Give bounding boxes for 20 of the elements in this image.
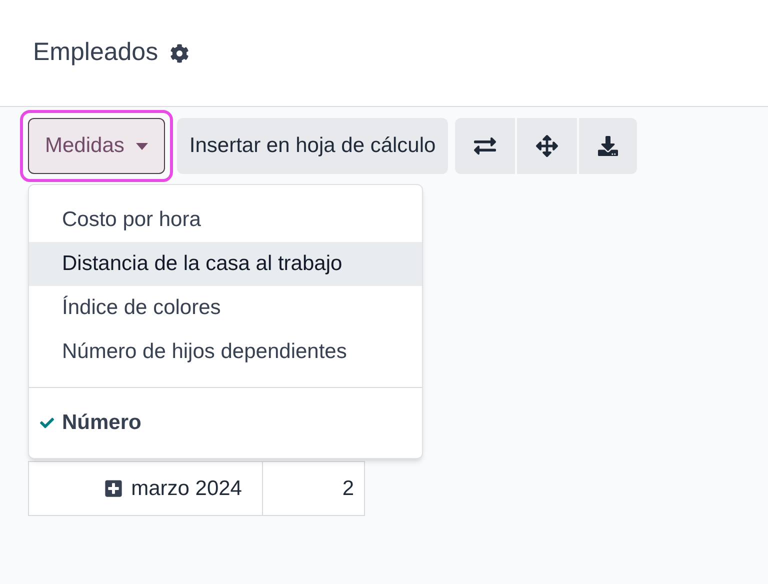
swap-icon xyxy=(474,135,496,157)
swap-axes-button[interactable] xyxy=(454,118,515,174)
menu-item[interactable]: Número xyxy=(29,401,422,445)
measures-button[interactable]: Medidas xyxy=(28,118,166,174)
menu-item[interactable]: Número de hijos dependientes xyxy=(29,330,422,374)
expand-button[interactable] xyxy=(516,118,577,174)
insert-spreadsheet-button[interactable]: Insertar en hoja de cálculo xyxy=(177,118,448,174)
table-cell: 2 xyxy=(263,461,365,516)
menu-item[interactable]: Distancia de la casa al trabajo xyxy=(29,242,422,286)
check-icon xyxy=(40,416,54,430)
row-header-cell[interactable]: marzo 2024 xyxy=(28,461,263,516)
menu-item[interactable]: Índice de colores xyxy=(29,286,422,330)
move-arrows-icon xyxy=(536,135,558,157)
download-button[interactable] xyxy=(578,118,637,174)
page-title: Empleados xyxy=(33,37,158,68)
caret-icon xyxy=(136,142,148,150)
download-icon xyxy=(598,136,618,156)
settings-icon[interactable] xyxy=(170,44,190,62)
menu-item[interactable]: Costo por hora xyxy=(29,198,422,242)
row-header-text: marzo 2024 xyxy=(131,476,242,502)
